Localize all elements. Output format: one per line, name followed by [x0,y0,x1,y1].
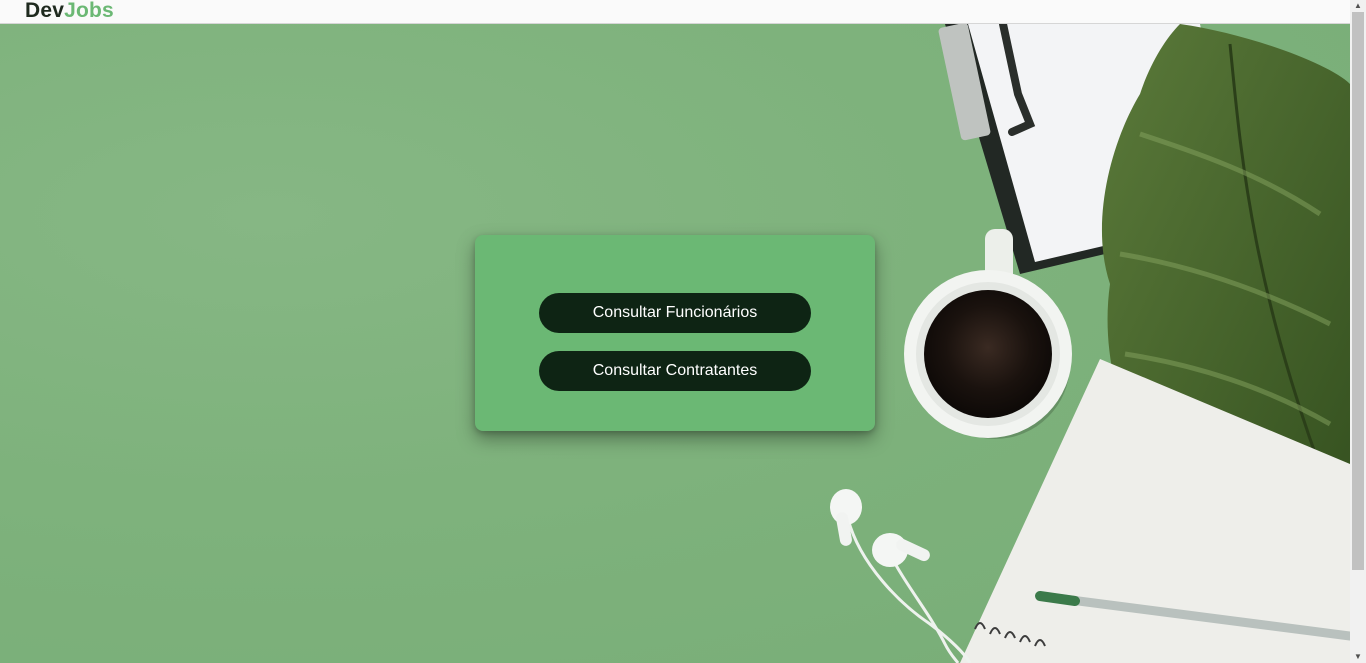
arrow-down-icon[interactable]: ▼ [1350,651,1366,663]
consultar-contratantes-button[interactable]: Consultar Contratantes [539,351,811,391]
logo-text-dev: Dev [25,0,65,22]
devjobs-logo[interactable]: DevJobs [25,0,114,24]
consultar-funcionarios-button[interactable]: Consultar Funcionários [539,293,811,333]
earphones [830,489,972,663]
arrow-up-icon[interactable]: ▲ [1350,0,1366,12]
app-page: DevJobs Consultar Funcionários Consultar… [0,0,1366,663]
logo-text-jobs: Jobs [64,0,114,22]
scrollbar-thumb[interactable] [1352,12,1364,570]
action-card: Consultar Funcionários Consultar Contrat… [475,235,875,431]
top-navbar: DevJobs [0,0,1350,24]
vertical-scrollbar[interactable]: ▲ ▼ [1350,0,1366,663]
